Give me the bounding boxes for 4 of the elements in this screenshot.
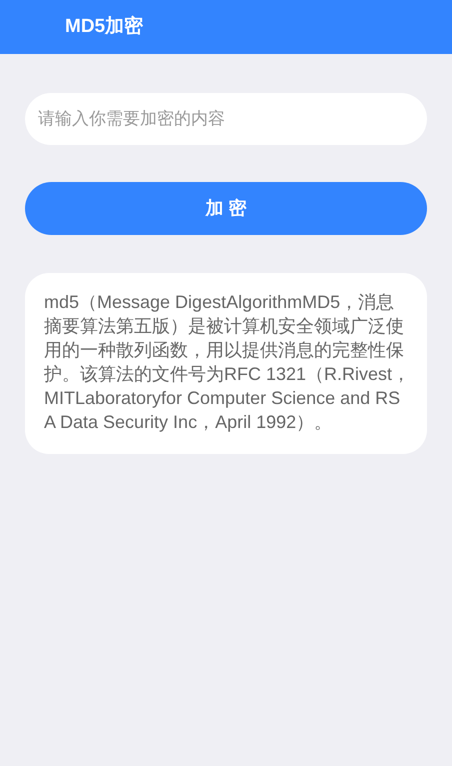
app-title: MD5加密: [65, 14, 144, 39]
input-field[interactable]: 请输入你需要加密的内容: [25, 93, 427, 145]
description-text: md5（Message DigestAlgorithmMD5，消息摘要算法第五版）是被计算机安全领域广泛使用的一种散列函数，用以提供消息的完整性保护。该算法的文件号为RFC 1321（R.Rivest，MITLaboratoryfor Computer Science and RSA Data Security Inc，April 1992）。: [44, 291, 411, 434]
encrypt-button[interactable]: 加 密: [25, 182, 427, 235]
